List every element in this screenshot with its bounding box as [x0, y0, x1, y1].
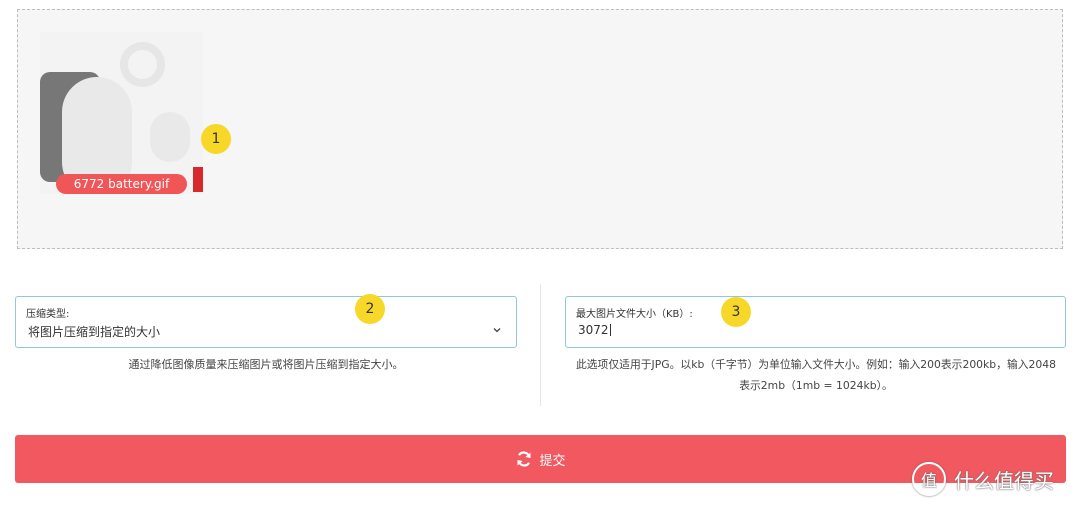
- text-caret: [609, 324, 611, 336]
- step-marker-1: 1: [201, 124, 231, 154]
- compression-type-label: 压缩类型:: [26, 309, 70, 320]
- compression-type-value: 将图片压缩到指定的大小: [28, 325, 161, 339]
- step-marker-2: 2: [355, 294, 385, 324]
- thumbnail-shape: [193, 167, 203, 192]
- thumbnail-shape: [150, 112, 190, 162]
- compression-type-select[interactable]: 压缩类型: 将图片压缩到指定的大小: [15, 296, 517, 348]
- compression-type-help: 通过降低图像质量来压缩图片或将图片压缩到指定大小。: [128, 358, 404, 371]
- max-file-size-help-line2: 表示2mb（1mb = 1024kb）。: [739, 379, 893, 392]
- step-marker-3: 3: [721, 297, 751, 327]
- max-file-size-label: 最大图片文件大小（KB）:: [576, 309, 693, 320]
- chevron-down-icon: [493, 328, 501, 333]
- site-watermark: 值 什么值得买: [912, 462, 1054, 496]
- max-file-size-help-line1: 此选项仅适用于JPG。以kb（千字节）为单位输入文件大小。例如：输入200表示2…: [575, 358, 1057, 371]
- submit-button[interactable]: 提交: [15, 435, 1066, 483]
- uploaded-image-thumbnail[interactable]: [40, 32, 203, 194]
- column-divider: [540, 284, 541, 406]
- watermark-text: 什么值得买: [954, 468, 1054, 493]
- refresh-icon: [517, 451, 531, 467]
- max-file-size-input-value[interactable]: 3072: [578, 323, 611, 337]
- max-file-size-field[interactable]: 最大图片文件大小（KB）: 3072: [565, 296, 1066, 348]
- max-file-size-help: 此选项仅适用于JPG。以kb（千字节）为单位输入文件大小。例如：输入200表示2…: [560, 354, 1072, 396]
- watermark-logo-icon: 值: [912, 462, 946, 496]
- file-name-label: 6772 battery.gif: [56, 174, 187, 194]
- thumbnail-shape: [120, 42, 165, 87]
- submit-button-label: 提交: [539, 453, 566, 469]
